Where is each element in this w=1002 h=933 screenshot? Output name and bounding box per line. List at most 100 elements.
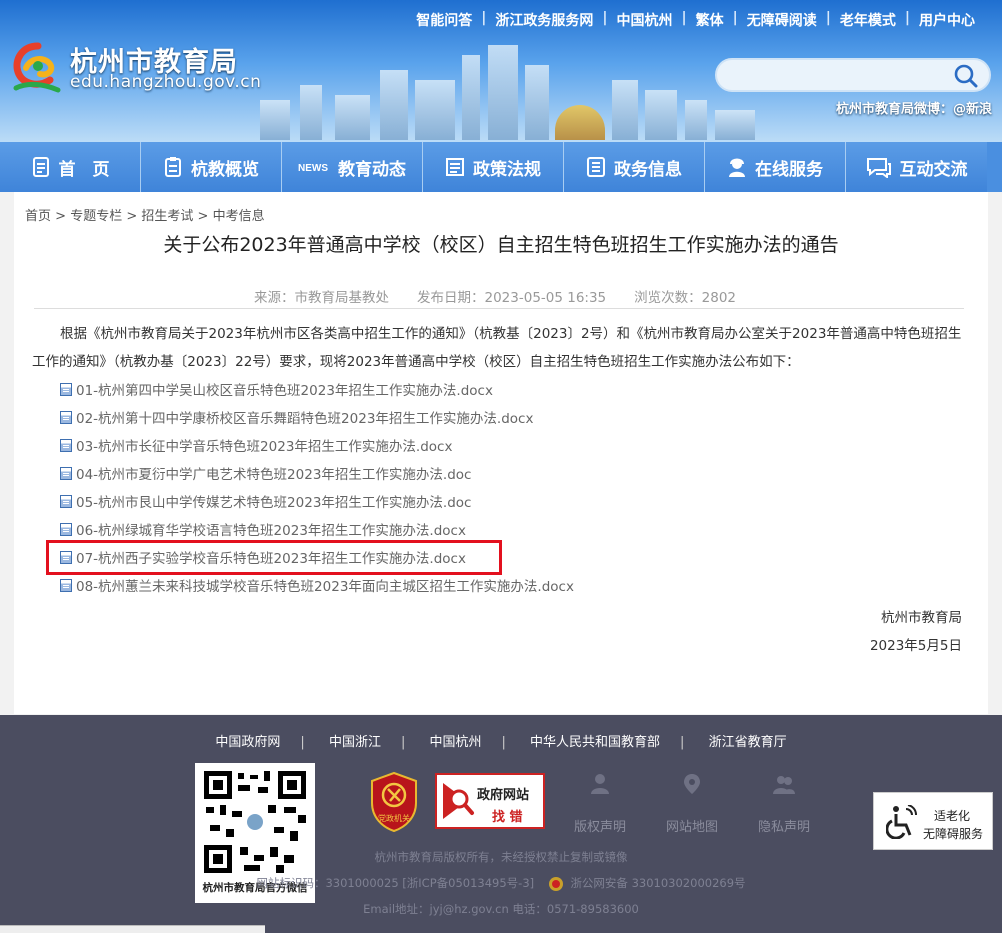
footer-link-zj-edu[interactable]: 浙江省教育厅 [709, 735, 787, 750]
attachment-link[interactable]: 06-杭州绿城育华学校语言特色班2023年招生工作实施办法.docx [60, 515, 574, 543]
attachment-name: 08-杭州蕙兰未来科技城学校音乐特色班2023年面向主城区招生工作实施办法.do… [76, 579, 574, 595]
article-title: 关于公布2023年普通高中学校（校区）自主招生特色班招生工作实施办法的通告 [163, 234, 839, 256]
magnifier-icon [443, 783, 474, 819]
icp-text[interactable]: 网站标识码：3301000025 [浙ICP备05013495号-3] [256, 876, 534, 890]
site-header: 智能问答 | 浙江政务服务网 | 中国杭州 | 繁体 | 无障碍阅读 | 老年模式 | 用户… [0, 0, 1002, 142]
person-icon [591, 774, 609, 794]
article-panel: 首页 > 专题专栏 > 招生考试 > 中考信息 关于公布2023年普通高中学校（… [14, 192, 988, 714]
attachment-link[interactable]: 02-杭州第十四中学康桥校区音乐舞蹈特色班2023年招生工作实施办法.docx [60, 403, 574, 431]
overview-icon [165, 157, 181, 177]
nav-online-service[interactable]: 在线服务 [705, 142, 846, 192]
word-doc-icon [60, 438, 72, 452]
party-label: 党政机关 [378, 813, 410, 823]
word-doc-icon [60, 494, 72, 508]
elder-line1: 适老化 [934, 809, 971, 823]
nav-home[interactable]: 首 页 [0, 142, 141, 192]
nav-overview[interactable]: 杭教概览 [141, 142, 282, 192]
main-navigation: 首 页 杭教概览 NEWS 教育动态 政策法规 政务信息 在线服务 互动交流 [0, 142, 1002, 192]
home-doc-icon [32, 157, 49, 177]
word-doc-icon [60, 578, 72, 592]
attachment-link[interactable]: 03-杭州市长征中学音乐特色班2023年招生工作实施办法.docx [60, 431, 574, 459]
attachment-link[interactable]: 08-杭州蕙兰未来科技城学校音乐特色班2023年面向主城区招生工作实施办法.do… [60, 571, 574, 599]
elder-accessibility-button[interactable]: 适老化 无障碍服务 [873, 792, 993, 850]
link-smart-qa[interactable]: 智能问答 [407, 10, 481, 30]
attachment-name: 02-杭州第十四中学康桥校区音乐舞蹈特色班2023年招生工作实施办法.docx [76, 411, 534, 427]
attachment-link[interactable]: 05-杭州市艮山中学传媒艺术特色班2023年招生工作实施办法.doc [60, 487, 574, 515]
copyright-statement-link[interactable]: 版权声明 [565, 772, 635, 835]
divider [34, 308, 964, 309]
attachment-name: 04-杭州市夏衍中学广电艺术特色班2023年招生工作实施办法.doc [76, 467, 472, 483]
attachment-link[interactable]: 04-杭州市夏衍中学广电艺术特色班2023年招生工作实施办法.doc [60, 459, 574, 487]
link-user-center[interactable]: 用户中心 [910, 10, 984, 30]
party-organ-badge-icon[interactable]: 党政机关 [368, 771, 420, 833]
attachment-name: 03-杭州市长征中学音乐特色班2023年招生工作实施办法.docx [76, 439, 453, 455]
privacy-label: 隐私声明 [757, 820, 810, 835]
top-utility-links: 智能问答 | 浙江政务服务网 | 中国杭州 | 繁体 | 无障碍阅读 | 老年模式 | 用户… [407, 10, 984, 30]
location-pin-icon [684, 774, 700, 794]
police-badge-icon [548, 876, 563, 891]
browser-status-bar [0, 925, 265, 933]
signature-org: 杭州市教育局 [881, 610, 962, 626]
footer-links: 中国政府网 | 中国浙江 | 中国杭州 | 中华人民共和国教育部 | 浙江省教育厅 [215, 735, 787, 750]
article-date: 发布日期：2023-05-05 16:35 [417, 290, 607, 306]
attachment-name: 01-杭州第四中学吴山校区音乐特色班2023年招生工作实施办法.docx [76, 383, 493, 399]
word-doc-icon [60, 522, 72, 536]
nav-gov-info[interactable]: 政务信息 [564, 142, 705, 192]
footer-link-hangzhou[interactable]: 中国杭州 [429, 735, 481, 750]
link-accessible-reading[interactable]: 无障碍阅读 [738, 10, 826, 30]
service-icon [729, 158, 745, 177]
link-china-hangzhou[interactable]: 中国杭州 [608, 10, 682, 30]
footer-link-zhejiang[interactable]: 中国浙江 [329, 735, 381, 750]
breadcrumb-special[interactable]: 专题专栏 [70, 209, 122, 224]
contact-text: Email地址：jyj@hz.gov.cn 电话：0571-89583600 [363, 902, 639, 916]
search-icon[interactable] [953, 64, 979, 88]
nav-label: 政务信息 [614, 159, 682, 180]
gov-site-error-report-button[interactable]: 政府网站 找 错 [435, 773, 545, 829]
privacy-statement-link[interactable]: 隐私声明 [749, 772, 819, 835]
weibo-link[interactable]: 杭州市教育局微博：@新浪 [836, 98, 992, 117]
nav-news[interactable]: NEWS 教育动态 [282, 142, 423, 192]
nav-label: 政策法规 [473, 159, 541, 180]
footer-link-gov[interactable]: 中国政府网 [215, 735, 280, 750]
bureau-logo-icon[interactable] [8, 38, 68, 94]
gov-badge-line2: 找 错 [492, 810, 523, 825]
article-source: 来源：市教育局基教处 [254, 290, 389, 306]
police-record-text[interactable]: 浙公网安备 33010302000269号 [570, 876, 745, 890]
breadcrumb-home[interactable]: 首页 [25, 209, 51, 224]
search-box [715, 58, 991, 92]
site-footer: 中国政府网 | 中国浙江 | 中国杭州 | 中华人民共和国教育部 | 浙江省教育厅 杭州… [0, 715, 1002, 933]
site-map-label: 网站地图 [665, 820, 718, 835]
svg-text:NEWS: NEWS [298, 163, 328, 174]
highlight-box [46, 540, 502, 575]
link-elder-mode[interactable]: 老年模式 [831, 10, 905, 30]
search-input[interactable] [729, 66, 949, 86]
city-skyline-banner [240, 40, 800, 140]
registration-line: 网站标识码：3301000025 [浙ICP备05013495号-3] 浙公网安… [0, 875, 1002, 892]
article-intro: 根据《杭州市教育局关于2023年杭州市区各类高中招生工作的通知》（杭教基〔202… [32, 326, 962, 370]
site-map-link[interactable]: 网站地图 [657, 772, 727, 835]
nav-label: 教育动态 [338, 159, 406, 180]
article-views: 浏览次数：2802 [634, 290, 737, 306]
attachment-link[interactable]: 01-杭州第四中学吴山校区音乐特色班2023年招生工作实施办法.docx [60, 375, 574, 403]
signature-date: 2023年5月5日 [869, 638, 962, 654]
users-icon [773, 776, 795, 794]
word-doc-icon [60, 382, 72, 396]
breadcrumb: 首页 > 专题专栏 > 招生考试 > 中考信息 [25, 209, 265, 224]
word-doc-icon [60, 410, 72, 424]
wheelchair-icon [886, 805, 918, 839]
chat-icon [866, 158, 891, 178]
link-traditional[interactable]: 繁体 [687, 10, 733, 30]
breadcrumb-enrollment[interactable]: 招生考试 [141, 209, 193, 224]
copyright-text: 杭州市教育局版权所有，未经授权禁止复制或镜像 [374, 850, 628, 864]
breadcrumb-zhongkao[interactable]: 中考信息 [213, 209, 265, 224]
nav-label: 首 页 [58, 159, 110, 180]
article-meta: 来源：市教育局基教处 发布日期：2023-05-05 16:35 浏览次数：28… [254, 286, 736, 306]
nav-label: 互动交流 [899, 159, 968, 180]
nav-interaction[interactable]: 互动交流 [846, 142, 987, 192]
footer-link-moe[interactable]: 中华人民共和国教育部 [530, 735, 660, 750]
link-zj-gov-service[interactable]: 浙江政务服务网 [486, 10, 602, 30]
news-icon: NEWS [298, 163, 328, 174]
nav-label: 在线服务 [755, 159, 823, 180]
gov-badge-line1: 政府网站 [477, 788, 530, 803]
nav-policy[interactable]: 政策法规 [423, 142, 564, 192]
